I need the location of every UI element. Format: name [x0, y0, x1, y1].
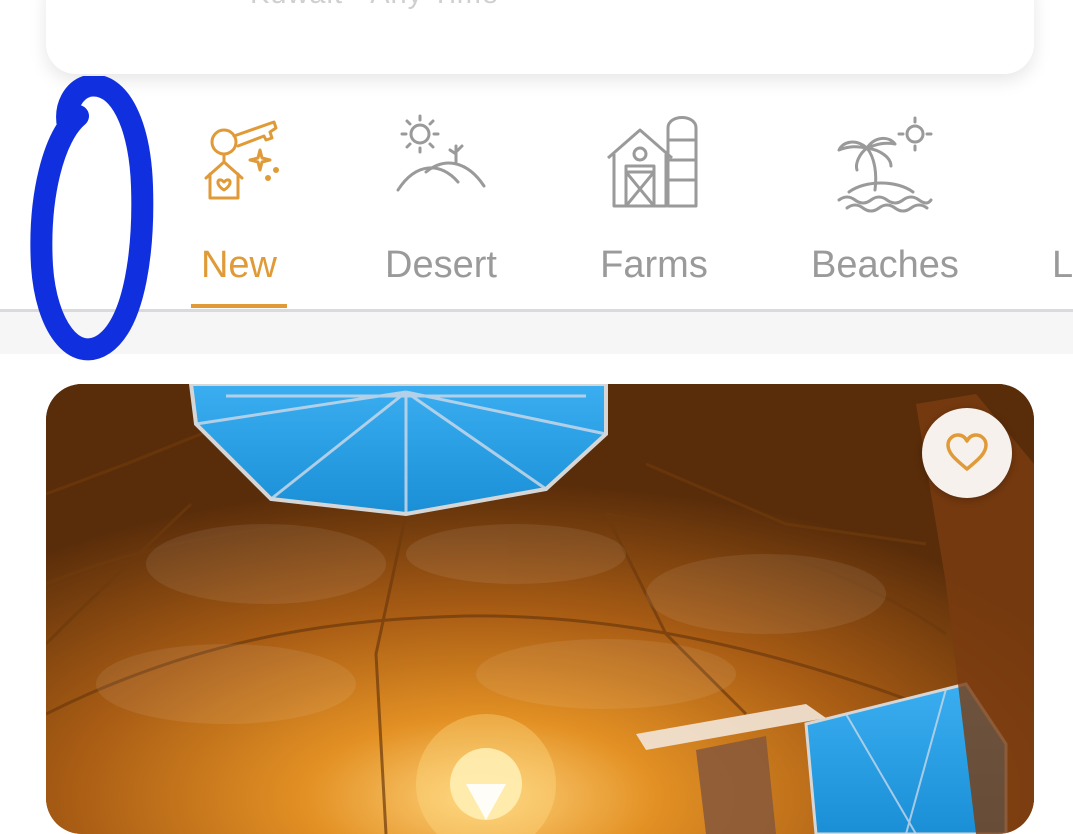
section-background — [0, 312, 1073, 354]
tab-beaches[interactable]: Beaches — [798, 100, 972, 310]
tab-partial[interactable]: L — [1052, 100, 1073, 310]
house-key-icon — [204, 120, 279, 200]
tab-desert[interactable]: Desert — [366, 100, 516, 310]
favorite-button[interactable] — [922, 408, 1012, 498]
tab-label: L — [1052, 244, 1073, 286]
category-tabs: New Desert Farms Beaches L — [0, 100, 1073, 312]
desert-sun-icon — [396, 114, 486, 192]
search-input[interactable]: Kuwait - Any Time — [250, 0, 499, 11]
tab-label: Farms — [600, 244, 708, 286]
tab-label: New — [200, 244, 278, 286]
annotation-circle — [30, 76, 154, 361]
tab-label: Desert — [385, 244, 497, 286]
listing-card[interactable] — [46, 384, 1034, 834]
listing-image[interactable] — [46, 384, 1034, 834]
barn-icon — [607, 116, 698, 208]
search-bar[interactable]: Kuwait - Any Time — [46, 0, 1034, 74]
active-tab-indicator — [191, 304, 287, 308]
heart-icon — [946, 433, 988, 471]
tab-label: Beaches — [811, 244, 959, 286]
tab-farms[interactable]: Farms — [584, 100, 724, 310]
palm-island-icon — [837, 116, 933, 213]
tab-new[interactable]: New — [172, 100, 306, 310]
